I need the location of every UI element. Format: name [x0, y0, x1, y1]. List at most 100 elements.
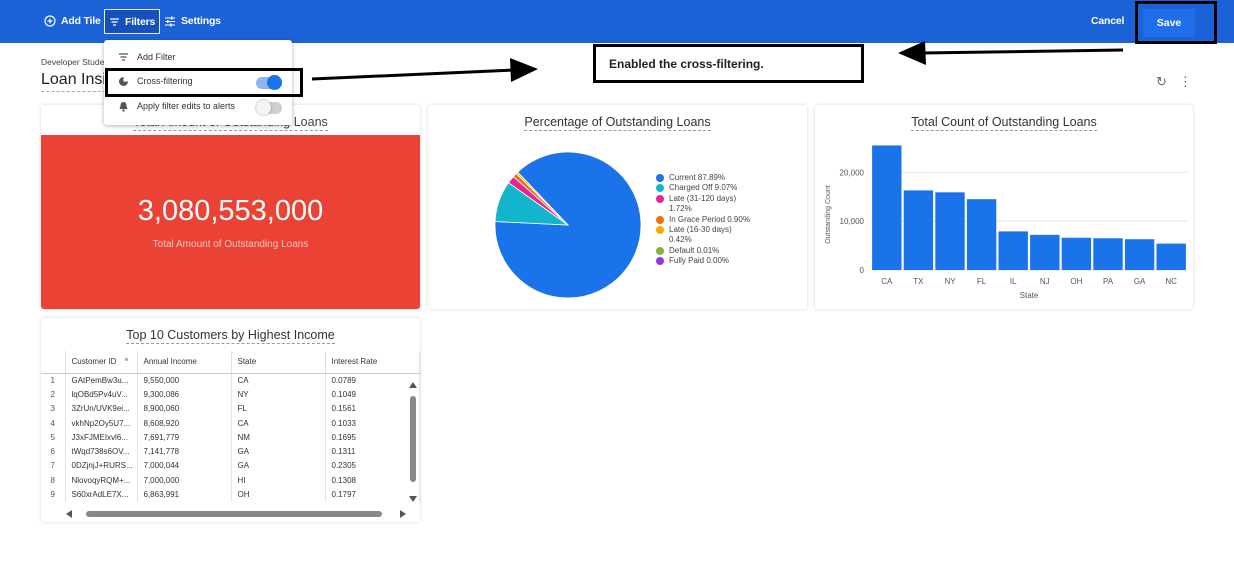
bar[interactable] — [1030, 234, 1060, 270]
x-tick-label: OH — [1070, 277, 1082, 286]
apply-filter-edits-item[interactable]: Apply filter edits to alerts — [116, 97, 235, 115]
apply-filter-edits-label: Apply filter edits to alerts — [137, 101, 236, 111]
row-index: 4 — [41, 415, 66, 431]
cancel-button[interactable]: Cancel — [1091, 9, 1124, 33]
legend-item[interactable]: In Grace Period 0.90% — [656, 215, 751, 225]
bar[interactable] — [1156, 243, 1186, 270]
bar[interactable] — [966, 199, 997, 270]
legend-swatch — [656, 184, 664, 193]
table-cell: NY — [231, 387, 326, 402]
legend-swatch — [656, 174, 664, 182]
legend-label: Late (16-30 days) 0.42% — [669, 225, 732, 245]
tune-icon — [165, 16, 175, 26]
legend-swatch — [656, 246, 664, 255]
x-tick-label: TX — [913, 277, 924, 286]
kpi-background: 3,080,553,000 Total Amount of Outstandin… — [41, 135, 420, 309]
filters-label: Filters — [125, 15, 156, 28]
row-index: 7 — [41, 458, 66, 474]
vertical-scrollbar[interactable] — [407, 382, 419, 508]
legend-item[interactable]: Fully Paid 0.00% — [656, 256, 751, 266]
table-row[interactable]: 9 S60xrAdLE7X... 6,863,991 OH 0.1797 — [41, 487, 420, 502]
table-cell: 8,900,060 — [137, 401, 232, 416]
table-row[interactable]: 7 0DZjnjJ+RURS... 7,000,044 GA 0.2305 — [41, 458, 420, 474]
tile-title: Top 10 Customers by Highest Income — [126, 328, 335, 344]
column-header-interest-rate[interactable]: Interest Rate — [325, 351, 420, 374]
tile-title: Percentage of Outstanding Loans — [524, 115, 711, 131]
x-tick-label: GA — [1134, 277, 1146, 286]
cross-filtering-highlight-box — [105, 68, 303, 97]
bell-icon — [119, 101, 127, 112]
row-index: 1 — [41, 373, 66, 388]
table-row[interactable]: 3 3ZrUn/UVK9ei... 8,900,060 FL 0.1561 — [41, 401, 420, 416]
table-row[interactable]: 4 vkhNp2Oy5U7... 8,608,920 CA 0.1033 — [41, 415, 420, 431]
settings-button[interactable]: Settings — [164, 9, 221, 33]
table-row[interactable]: 8 NlovoqyRQM+... 7,000,000 HI 0.1308 — [41, 473, 420, 488]
pie-chart[interactable] — [488, 145, 648, 305]
table-cell: 8,608,920 — [137, 415, 232, 431]
column-header-annual-income[interactable]: Annual Income — [137, 351, 232, 374]
x-tick-label: FL — [977, 277, 987, 286]
table-cell: CA — [231, 415, 326, 431]
save-label: Save — [1156, 17, 1182, 29]
bar-chart[interactable]: 0 10,000 20,000 CA TX NY FL IL NJ OH PA GA NC State Ou… — [815, 105, 1193, 309]
save-button[interactable]: Save — [1143, 9, 1195, 37]
table-cell: HI — [231, 473, 326, 488]
refresh-icon[interactable]: ↻ — [1156, 74, 1167, 90]
legend-item[interactable]: Late (16-30 days) 0.42% — [656, 225, 751, 246]
bar[interactable] — [935, 192, 965, 270]
tile-bar-chart[interactable]: Total Count of Outstanding Loans 0 10,000… — [815, 105, 1193, 309]
table-row[interactable]: 2 lqOBd5Pv4uV... 9,300,086 NY 0.1049 — [41, 387, 420, 402]
arrow-to-callout — [311, 68, 516, 81]
table-cell: 9,550,000 — [137, 373, 232, 388]
kpi-value: 3,080,553,000 — [137, 195, 324, 227]
tile-customers-table[interactable]: Top 10 Customers by Highest Income Custo… — [41, 318, 420, 522]
row-index: 9 — [41, 487, 66, 502]
table-cell: 0.1561 — [325, 401, 420, 416]
filter-icon — [118, 53, 128, 61]
legend-item[interactable]: Current 87.89% — [656, 173, 751, 183]
legend-swatch — [656, 194, 664, 203]
dashboard-actions: ↻ ⋮ — [1156, 74, 1192, 90]
legend-label: Default 0.01% — [669, 245, 720, 255]
table-cell: NlovoqyRQM+... — [65, 473, 138, 488]
table-cell: 7,691,779 — [137, 430, 232, 445]
dashboard-title[interactable]: Loan Insi — [41, 71, 106, 92]
add-tile-button[interactable]: Add Tile — [44, 9, 101, 33]
x-tick-label: NY — [944, 277, 956, 286]
x-tick-label: NJ — [1040, 277, 1050, 286]
horizontal-scrollbar[interactable] — [66, 509, 406, 519]
table-row[interactable]: 1 GAtPemBw3u... 9,550,000 CA 0.0789 — [41, 373, 420, 388]
column-header-state[interactable]: State — [231, 351, 326, 374]
legend-item[interactable]: Late (31-120 days) 1.72% — [656, 194, 751, 215]
table-cell: NM — [231, 430, 326, 445]
table-cell: GA — [231, 458, 326, 474]
legend-item[interactable]: Default 0.01% — [656, 246, 751, 256]
legend-label: In Grace Period 0.90% — [669, 214, 750, 224]
filters-button[interactable]: Filters — [104, 9, 161, 34]
column-header-customer-id[interactable]: Customer ID ^ — [65, 351, 138, 374]
table-cell: 0.1311 — [325, 444, 420, 459]
kpi-label: Total Amount of Outstanding Loans — [152, 239, 309, 250]
bar[interactable] — [872, 145, 902, 270]
tile-total-amount[interactable]: Total Amount of Outstanding Loans 3,080,… — [41, 105, 420, 309]
apply-filter-edits-toggle[interactable] — [256, 100, 282, 115]
bar[interactable] — [1124, 239, 1155, 270]
legend-swatch — [656, 215, 664, 224]
bar[interactable] — [903, 190, 934, 270]
bar[interactable] — [1061, 237, 1092, 270]
table-row[interactable]: 5 J3xFJMEIxvl6... 7,691,779 NM 0.1695 — [41, 430, 420, 445]
row-index: 2 — [41, 387, 66, 402]
add-filter-item[interactable]: Add Filter — [116, 48, 176, 66]
sort-asc-icon: ^ — [124, 357, 129, 367]
legend-label: Late (31-120 days) 1.72% — [669, 193, 737, 214]
table-row[interactable]: 6 tWqd738s6OV... 7,141,778 GA 0.1311 — [41, 444, 420, 459]
bar[interactable] — [1093, 238, 1123, 270]
tile-pie-chart[interactable]: Percentage of Outstanding Loans Current … — [428, 105, 807, 309]
table-cell: 0.2305 — [325, 458, 420, 474]
legend-swatch — [656, 257, 664, 266]
legend-item[interactable]: Charged Off 9.07% — [656, 183, 751, 193]
more-vert-icon[interactable]: ⋮ — [1179, 74, 1192, 90]
table-cell: 6,863,991 — [137, 487, 232, 502]
bar[interactable] — [998, 231, 1028, 270]
settings-label: Settings — [181, 15, 221, 27]
